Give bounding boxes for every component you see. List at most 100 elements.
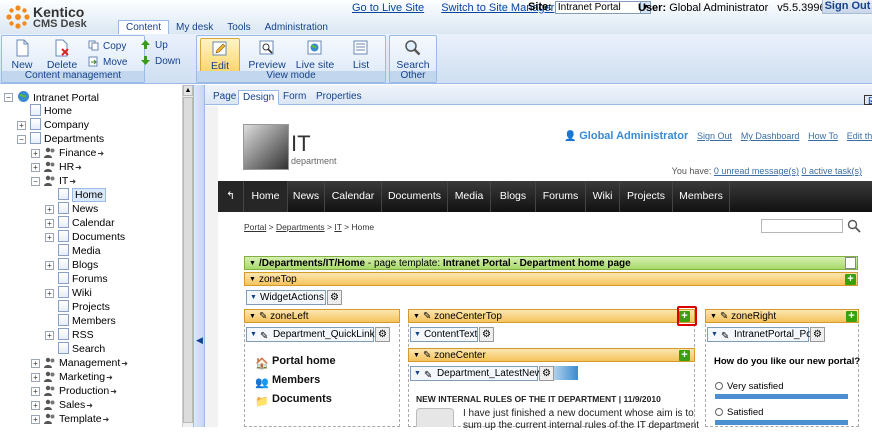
collapse-triangle-icon[interactable]: ▼ (249, 310, 256, 323)
tree-item-search[interactable]: Search (58, 342, 105, 356)
tree-root[interactable]: − Intranet Portal (4, 90, 99, 104)
expand-icon[interactable]: + (31, 359, 40, 368)
zone-left-bar[interactable]: ▼ ✎ zoneLeft (244, 309, 400, 323)
collapse-triangle-icon[interactable]: ▼ (250, 291, 257, 304)
my-dashboard-link[interactable]: My Dashboard (741, 131, 800, 141)
web-part-widget-actions[interactable]: ▼ WidgetActions ⚙ (246, 290, 342, 305)
tree-item-it[interactable]: − IT➜ (31, 174, 76, 188)
tree-item-production[interactable]: + Production➜ (31, 384, 117, 398)
web-part-latest-news[interactable]: ▼ ✎ Department_LatestNews ⚙ (410, 366, 554, 381)
expand-icon[interactable]: + (31, 387, 40, 396)
collapse-icon[interactable]: − (17, 135, 26, 144)
nav-home[interactable]: Home (244, 181, 288, 212)
zone-top-bar[interactable]: ▼ zoneTop + (244, 272, 858, 286)
move-button[interactable]: Move (88, 56, 127, 70)
edit-web-part-icon[interactable]: ✎ (424, 369, 434, 381)
tree-item-management[interactable]: + Management➜ (31, 356, 128, 370)
edit-zone-icon[interactable]: ✎ (423, 311, 431, 322)
nav-news[interactable]: News (288, 181, 325, 212)
nav-back-icon[interactable]: ↰ (218, 181, 244, 212)
breadcrumb-departments[interactable]: Departments (276, 222, 325, 232)
tree-item-home[interactable]: Home (30, 104, 72, 118)
page-template-bar[interactable]: ▼/Departments/IT/Home - page template: I… (244, 256, 858, 270)
zone-center-bar[interactable]: ▼ ✎ zoneCenter + (408, 348, 695, 362)
active-tasks-link[interactable]: 0 active task(s) (801, 166, 862, 176)
list-button[interactable]: List (343, 38, 379, 72)
unread-messages-link[interactable]: 0 unread message(s) (714, 166, 799, 176)
move-down-button[interactable]: Down (140, 55, 181, 69)
tree-item-hr[interactable]: + HR➜ (31, 160, 82, 174)
tree-item-wiki[interactable]: + Wiki (45, 286, 92, 300)
expand-icon[interactable]: + (45, 289, 54, 298)
add-web-part-icon[interactable]: + (679, 350, 690, 361)
zone-center-top-bar[interactable]: ▼ ✎ zoneCenterTop + (408, 309, 695, 323)
scrollbar-thumb[interactable] (183, 97, 193, 423)
poll-option-satisfied[interactable]: Satisfied (715, 407, 763, 418)
collapse-triangle-icon[interactable]: ▼ (413, 349, 420, 362)
tree-item-media[interactable]: Media (58, 244, 101, 258)
nav-members[interactable]: Members (673, 181, 730, 212)
tab-my-desk[interactable]: My desk (169, 21, 220, 35)
edit-this-page-link[interactable]: Edit this page (847, 131, 872, 141)
tree-scrollbar[interactable]: ▲ (182, 85, 193, 427)
collapse-icon[interactable]: − (31, 177, 40, 186)
new-button[interactable]: New (4, 38, 40, 72)
zone-right-bar[interactable]: ▼ ✎ zoneRight + (705, 309, 859, 323)
expand-icon[interactable]: + (45, 219, 54, 228)
edit-web-part-icon[interactable]: ✎ (721, 330, 731, 342)
tree-item-marketing[interactable]: + Marketing➜ (31, 370, 113, 384)
sign-out-link[interactable]: Sign Out (697, 131, 732, 141)
collapse-triangle-icon[interactable]: ▼ (710, 310, 717, 323)
radio-icon[interactable] (715, 408, 723, 416)
expand-icon[interactable]: + (31, 373, 40, 382)
nav-projects[interactable]: Projects (620, 181, 673, 212)
edit-zone-icon[interactable]: ✎ (423, 350, 431, 361)
edit-zone-icon[interactable]: ✎ (259, 311, 267, 322)
collapse-triangle-icon[interactable]: ▼ (249, 273, 256, 286)
expand-icon[interactable]: + (17, 121, 26, 130)
tab-page[interactable]: Page (209, 90, 240, 105)
add-web-part-icon[interactable]: + (845, 274, 856, 285)
nav-blogs[interactable]: Blogs (491, 181, 536, 212)
tab-design[interactable]: Design (238, 90, 280, 105)
copy-button[interactable]: Copy (88, 40, 126, 54)
site-select[interactable]: Intranet Portal ▼ (554, 1, 651, 14)
edit-button[interactable]: Edit (200, 38, 240, 72)
tree-item-forums[interactable]: Forums (58, 272, 108, 286)
tree-item-finance[interactable]: + Finance➜ (31, 146, 104, 160)
edit-zone-icon[interactable]: ✎ (720, 311, 728, 322)
expand-icon[interactable]: + (31, 163, 40, 172)
collapse-triangle-icon[interactable]: ▼ (250, 328, 257, 341)
web-part-content-text[interactable]: ▼ ContentText ⚙ (410, 327, 494, 342)
tree-item-departments[interactable]: − Departments (17, 132, 104, 146)
collapse-icon[interactable]: − (4, 93, 13, 102)
gear-icon[interactable]: ⚙ (810, 327, 825, 342)
go-to-live-site-link[interactable]: Go to Live Site (352, 2, 424, 14)
tree-item-blogs[interactable]: + Blogs (45, 258, 98, 272)
tree-item-template[interactable]: + Template➜ (31, 412, 109, 426)
site-search-input[interactable] (761, 219, 843, 233)
expand-icon[interactable]: + (31, 149, 40, 158)
nav-forums[interactable]: Forums (536, 181, 586, 212)
search-button[interactable]: Search (393, 38, 433, 72)
nav-media[interactable]: Media (448, 181, 491, 212)
poll-option-very-satisfied[interactable]: Very satisfied (715, 381, 784, 392)
live-site-button[interactable]: Live site (292, 38, 338, 72)
quick-link-portal-home[interactable]: 🏠 Portal home (255, 353, 336, 370)
tab-administration[interactable]: Administration (258, 21, 335, 35)
quick-link-members[interactable]: 👥 Members (255, 372, 320, 389)
search-icon[interactable] (847, 219, 861, 233)
tree-item-projects[interactable]: Projects (58, 300, 110, 314)
nav-documents[interactable]: Documents (382, 181, 448, 212)
gear-icon[interactable]: ⚙ (375, 327, 390, 342)
breadcrumb-portal[interactable]: Portal (244, 222, 266, 232)
web-part-quicklinks[interactable]: ▼ ✎ Department_QuickLinks ⚙ (246, 327, 390, 342)
panel-splitter[interactable]: ◀ (193, 85, 205, 427)
breadcrumb-it[interactable]: IT (334, 222, 341, 232)
web-part-poll[interactable]: ▼ ✎ IntranetPortal_Poll ⚙ (707, 327, 825, 342)
tree-item-rss[interactable]: + RSS (45, 328, 94, 342)
how-to-link[interactable]: How To (808, 131, 838, 141)
radio-icon[interactable] (715, 382, 723, 390)
collapse-triangle-icon[interactable]: ▼ (711, 328, 718, 341)
gear-icon[interactable]: ⚙ (327, 290, 342, 305)
